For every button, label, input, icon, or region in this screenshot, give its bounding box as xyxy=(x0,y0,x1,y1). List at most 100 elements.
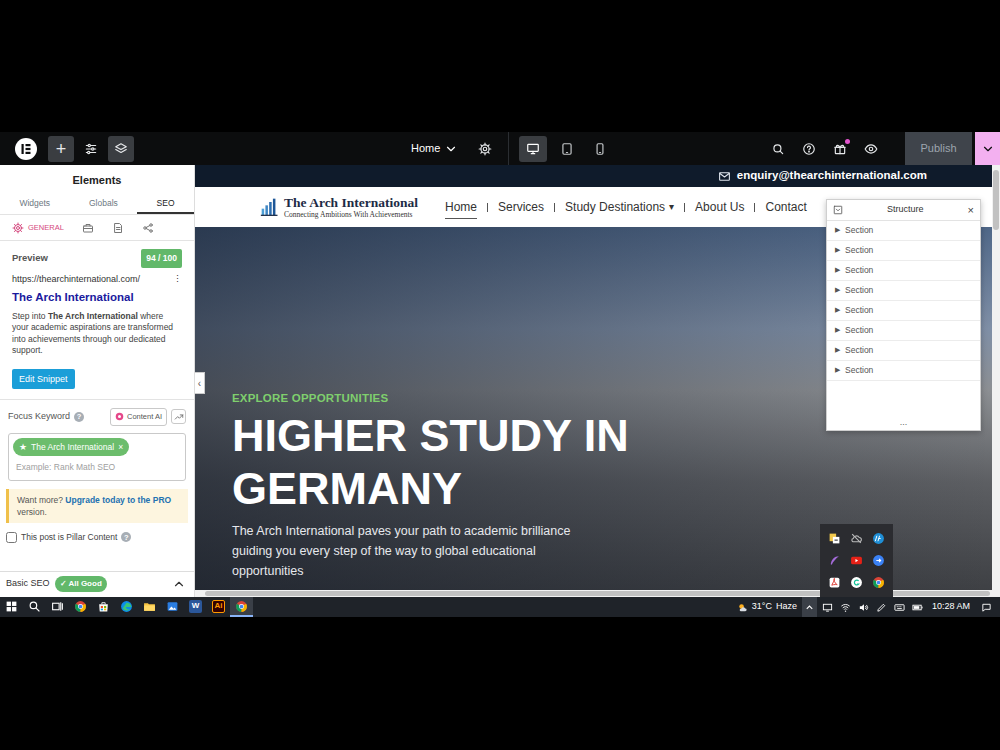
keyword-tag[interactable]: ★The Arch International× xyxy=(13,438,129,457)
publish-options-button[interactable] xyxy=(975,132,1000,165)
panel-tab[interactable]: Widgets xyxy=(0,195,70,214)
vertical-scrollbar[interactable] xyxy=(992,165,1000,590)
keyword-trends-button[interactable] xyxy=(171,409,186,424)
pillar-content-option[interactable]: This post is Pillar Content? xyxy=(0,523,194,544)
logo-name: The Arch International xyxy=(284,196,418,210)
collapse-box-icon[interactable] xyxy=(833,205,843,215)
site-logo[interactable]: The Arch InternationalConnecting Ambitio… xyxy=(260,196,418,219)
structure-row[interactable]: ▶Section xyxy=(827,241,980,261)
tray-app[interactable] xyxy=(868,572,890,594)
structure-row[interactable]: ▶Section xyxy=(827,301,980,321)
pillar-checkbox[interactable] xyxy=(6,532,17,543)
snippet-menu[interactable]: ⋮ xyxy=(173,273,182,287)
tray-app[interactable] xyxy=(845,572,867,594)
seo-tab[interactable]: GENERAL xyxy=(4,216,72,240)
content-ai-button[interactable]: Content AI xyxy=(110,408,167,425)
remove-keyword[interactable]: × xyxy=(118,441,123,454)
menu-item[interactable]: Study Destinations▾ xyxy=(565,196,674,219)
icon-shape xyxy=(850,554,863,567)
menu-item[interactable]: Services xyxy=(498,196,544,219)
panel-tab[interactable]: SEO xyxy=(137,195,194,214)
elementor-logo-icon[interactable] xyxy=(14,137,38,161)
help-button[interactable] xyxy=(796,136,822,162)
icon-shape xyxy=(26,144,31,146)
weather-widget[interactable]: 31°CHaze xyxy=(735,597,799,617)
edit-snippet-button[interactable]: Edit Snippet xyxy=(12,369,75,390)
taskbar-app[interactable]: W xyxy=(184,597,207,617)
gift-icon xyxy=(833,142,847,156)
menu-item[interactable]: Contact xyxy=(765,196,806,219)
icon-shape xyxy=(833,142,847,156)
desktop-view-button[interactable] xyxy=(519,136,547,162)
seo-tab[interactable] xyxy=(134,216,162,240)
tray-icon[interactable] xyxy=(874,597,889,617)
taskbar-app[interactable] xyxy=(92,597,115,617)
menu-item[interactable]: Home xyxy=(445,196,477,219)
icon-shape xyxy=(873,555,884,566)
contact-email[interactable]: enquiry@thearchinternational.com xyxy=(737,167,927,184)
tray-app[interactable] xyxy=(823,527,845,549)
help-badge[interactable]: ? xyxy=(121,532,131,542)
taskbar-app[interactable] xyxy=(23,597,46,617)
page-settings-button[interactable] xyxy=(472,136,498,162)
clock[interactable]: 10:28 AM xyxy=(928,597,976,617)
structure-row[interactable]: ▶Section xyxy=(827,221,980,241)
structure-row[interactable]: ▶Section xyxy=(827,261,980,281)
close-button[interactable]: × xyxy=(968,202,974,219)
icon-shape xyxy=(74,600,87,613)
menu-item[interactable]: About Us xyxy=(695,196,744,219)
search-button[interactable] xyxy=(765,136,791,162)
tray-icon[interactable] xyxy=(910,597,925,617)
show-hidden-icons-button[interactable] xyxy=(802,597,817,617)
taskbar-app[interactable] xyxy=(69,597,92,617)
taskbar-app[interactable] xyxy=(0,597,23,617)
taskbar-app[interactable] xyxy=(115,597,138,617)
primary-star: ★ xyxy=(19,441,27,454)
mobile-view-button[interactable] xyxy=(586,136,614,162)
page-selector[interactable]: Home xyxy=(400,140,466,157)
settings-button[interactable] xyxy=(78,136,104,162)
seo-tab[interactable] xyxy=(74,216,102,240)
structure-row[interactable]: ▶Section xyxy=(827,281,980,301)
taskbar-app[interactable] xyxy=(230,597,253,617)
tray-app[interactable] xyxy=(845,527,867,549)
upgrade-link[interactable]: Upgrade today to the PRO xyxy=(65,495,171,505)
notifications-button[interactable] xyxy=(979,597,994,617)
basic-seo-header[interactable]: Basic SEO✓ All Good xyxy=(0,571,194,597)
taskbar-app[interactable] xyxy=(161,597,184,617)
tray-app[interactable] xyxy=(868,549,890,571)
tablet-view-button[interactable] xyxy=(553,136,581,162)
help-badge[interactable]: ? xyxy=(74,412,84,422)
tray-app[interactable] xyxy=(823,549,845,571)
chevron-down-icon xyxy=(981,142,995,156)
publish-button[interactable]: Publish xyxy=(905,132,972,165)
taskbar-app[interactable] xyxy=(138,597,161,617)
whats-new-button[interactable] xyxy=(827,136,853,162)
structure-button[interactable] xyxy=(108,136,134,162)
tray-icon[interactable] xyxy=(838,597,853,617)
structure-row[interactable]: ▶Section xyxy=(827,341,980,361)
taskbar-app[interactable]: Ai xyxy=(207,597,230,617)
panel-collapse-handle[interactable]: ‹ xyxy=(195,372,205,394)
tray-app[interactable] xyxy=(845,549,867,571)
icon-shape xyxy=(851,577,862,588)
tray-icon[interactable] xyxy=(820,597,835,617)
keyword-input[interactable] xyxy=(13,456,181,476)
icon-shape xyxy=(115,223,122,232)
tray-app[interactable] xyxy=(868,527,890,549)
preview-button[interactable] xyxy=(858,136,884,162)
structure-row[interactable]: ▶Section xyxy=(827,361,980,381)
tab-label: SEO xyxy=(157,197,175,210)
tray-icon[interactable] xyxy=(892,597,907,617)
icon-shape xyxy=(597,143,603,154)
resize-handle[interactable]: ... xyxy=(827,418,980,430)
seo-tab[interactable] xyxy=(104,216,132,240)
icon-shape xyxy=(118,415,121,418)
structure-row[interactable]: ▶Section xyxy=(827,321,980,341)
tray-icon[interactable] xyxy=(856,597,871,617)
tray-app[interactable] xyxy=(823,572,845,594)
add-element-button[interactable]: + xyxy=(48,136,74,162)
scroll-thumb[interactable] xyxy=(993,170,999,230)
taskbar-app[interactable] xyxy=(46,597,69,617)
panel-tab[interactable]: Globals xyxy=(70,195,138,214)
